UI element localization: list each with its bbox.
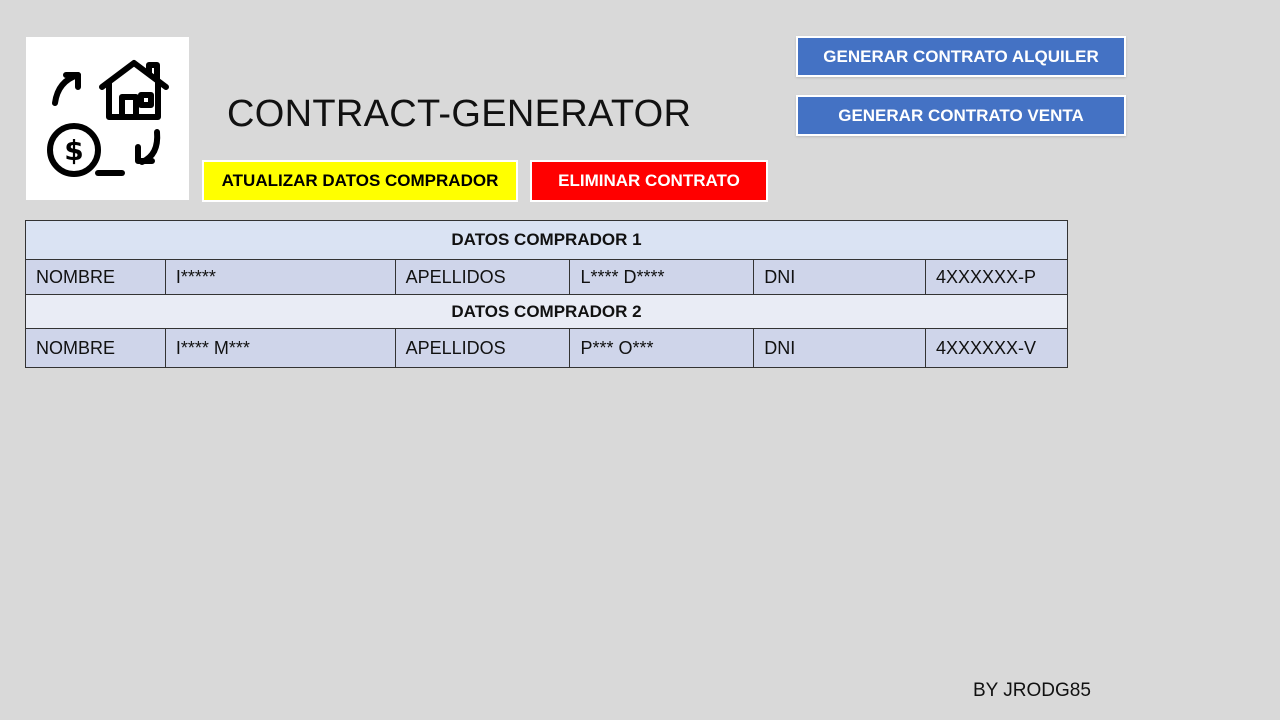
buyer-2-header: DATOS COMPRADOR 2 (25, 294, 1068, 329)
eliminar-contrato-button[interactable]: ELIMINAR CONTRATO (530, 160, 768, 202)
buyer-2-data-row: NOMBRE I**** M*** APELLIDOS P*** O*** DN… (25, 328, 1068, 368)
author-credit: BY JRODG85 (973, 680, 1091, 701)
house-money-exchange-icon: $ (47, 60, 169, 177)
buyer-1-header: DATOS COMPRADOR 1 (25, 220, 1068, 260)
actualizar-datos-comprador-button[interactable]: ATUALIZAR DATOS COMPRADOR (202, 160, 518, 202)
buyer-1-data-row: NOMBRE I***** APELLIDOS L**** D**** DNI … (25, 259, 1068, 295)
buyer-2-nombre-label: NOMBRE (25, 328, 166, 368)
buyer-1-apellidos-value[interactable]: L**** D**** (569, 259, 755, 295)
page-title: CONTRACT-GENERATOR (227, 93, 692, 135)
generar-contrato-venta-button[interactable]: GENERAR CONTRATO VENTA (796, 95, 1126, 136)
buyer-1-dni-label: DNI (753, 259, 926, 295)
buyer-2-nombre-value[interactable]: I**** M*** (164, 328, 396, 368)
buyer-2-dni-label: DNI (753, 328, 926, 368)
buyer-1-nombre-value[interactable]: I***** (164, 259, 396, 295)
buyer-1-apellidos-label: APELLIDOS (394, 259, 571, 295)
buyers-table: DATOS COMPRADOR 1 NOMBRE I***** APELLIDO… (25, 220, 1068, 368)
buyer-2-dni-value[interactable]: 4XXXXXX-V (925, 328, 1068, 368)
app-logo: $ (26, 37, 189, 200)
buyer-1-dni-value[interactable]: 4XXXXXX-P (925, 259, 1068, 295)
generar-contrato-alquiler-button[interactable]: GENERAR CONTRATO ALQUILER (796, 36, 1126, 77)
buyer-2-apellidos-value[interactable]: P*** O*** (569, 328, 755, 368)
svg-text:$: $ (64, 134, 83, 167)
buyer-2-header-row: DATOS COMPRADOR 2 (25, 294, 1068, 329)
buyer-1-nombre-label: NOMBRE (25, 259, 166, 295)
buyer-2-apellidos-label: APELLIDOS (394, 328, 571, 368)
buyer-1-header-row: DATOS COMPRADOR 1 (25, 220, 1068, 260)
